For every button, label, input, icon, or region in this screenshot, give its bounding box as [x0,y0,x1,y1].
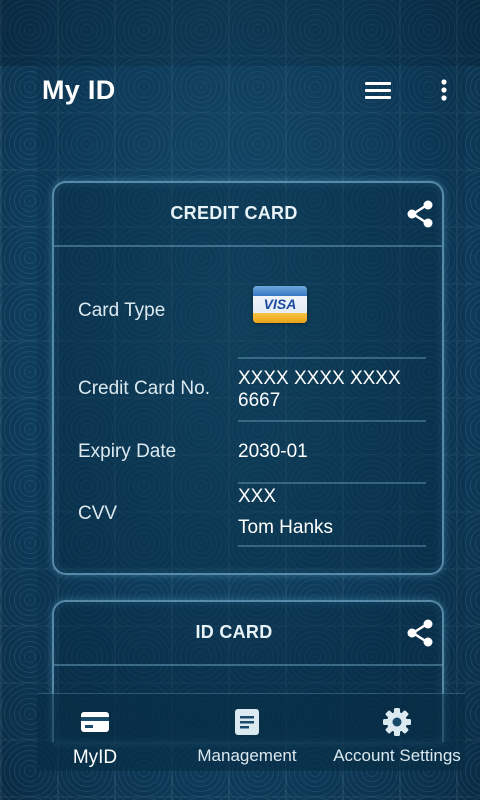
cvv-label: CVV [78,503,118,524]
credit-card-title: CREDIT CARD [170,203,298,223]
cvv-value: XXX [238,486,277,507]
divider [238,545,426,547]
card-number-value: XXXX XXXX XXXX 6667 [238,368,401,411]
id-card-header: ID CARD [54,602,442,666]
share-icon[interactable] [404,198,436,230]
visa-logo-text: VISA [263,296,297,312]
nav-management[interactable]: Management [177,694,317,771]
card-holder-value: Tom Hanks [238,517,334,538]
expiry-date-value: 2030-01 [238,441,308,462]
nav-myid-label: MyID [72,747,118,768]
nav-myid[interactable]: MyID [37,694,153,771]
more-vert-icon[interactable] [432,74,456,108]
card-number-label: Credit Card No. [78,378,210,399]
document-icon [231,706,263,738]
credit-card-icon [79,706,111,738]
bottom-navigation: MyID Management Account Settings [37,693,465,771]
share-icon[interactable] [404,617,436,649]
nav-account-settings-label: Account Settings [333,746,461,765]
status-bar-area [0,0,480,66]
divider [238,420,426,422]
expiry-date-label: Expiry Date [78,441,177,462]
app-title: My ID [42,75,116,105]
nav-management-label: Management [197,746,297,765]
card-type-label: Card Type [78,300,166,321]
divider [238,357,426,359]
credit-card-header: CREDIT CARD [54,183,442,247]
gear-icon [381,706,413,738]
id-card-title: ID CARD [195,622,273,642]
nav-account-settings[interactable]: Account Settings [329,694,465,771]
credit-card-panel: CREDIT CARD Card Type VISA Credit Card N… [52,181,444,575]
visa-logo-icon: VISA [253,286,307,323]
menu-icon[interactable] [362,76,396,106]
divider [238,482,426,484]
app-bar: My ID [0,66,480,116]
